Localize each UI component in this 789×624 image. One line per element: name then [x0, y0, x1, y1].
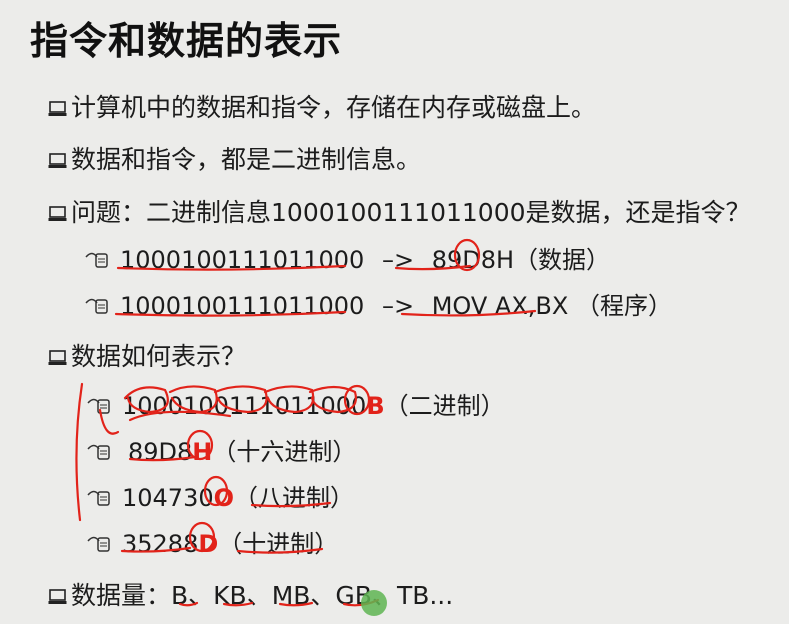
binary-value: 1000100111011000 [120, 292, 365, 320]
bullet-text: 计算机中的数据和指令，存储在内存或磁盘上。 [71, 93, 597, 122]
computer-icon [48, 153, 68, 169]
hand-pointer-icon [86, 486, 116, 508]
instruction-value: MOV AX,BX [431, 292, 569, 320]
page-title: 指令和数据的表示 [30, 19, 343, 63]
repr-octal: 104730O（八进制） [86, 478, 354, 513]
bullet-text: 数据和指令，都是二进制信息。 [71, 145, 422, 174]
note: （二进制） [384, 392, 505, 420]
question-suffix: 是数据，还是指令？ [525, 198, 751, 227]
repr-binary: 1000100111011000B（二进制） [86, 386, 505, 421]
binary-value: 1000100111011000 [120, 246, 365, 274]
bullet-data-size: 数据量：B、KB、MB、GB、TB... [48, 576, 453, 612]
suffix: D [198, 530, 219, 558]
computer-icon [48, 350, 68, 366]
cursor-dot [361, 590, 387, 616]
sub-data-line: 1000100111011000 –> 89D8H（数据） [84, 240, 610, 275]
note: （数据） [514, 246, 611, 274]
bullet-binary-info: 数据和指令，都是二进制信息。 [48, 140, 421, 176]
question-binary: 1000100111011000 [271, 198, 526, 227]
note: （十进制） [218, 530, 339, 558]
arrow: –> [381, 292, 415, 320]
sub-program-line: 1000100111011000 –> MOV AX,BX （程序） [84, 286, 672, 321]
hand-pointer-icon [84, 248, 114, 270]
question-prefix: 问题：二进制信息 [71, 198, 272, 227]
bullet-question: 问题：二进制信息1000100111011000是数据，还是指令？ [48, 193, 751, 229]
bullet-text: 数据量：B、KB、MB、GB、TB... [71, 581, 454, 610]
hex-value: 89D8H [431, 246, 515, 274]
value: 89D8 [128, 438, 193, 466]
repr-hex: 89D8H（十六进制） [86, 432, 356, 467]
hand-pointer-icon [86, 394, 116, 416]
computer-icon [48, 101, 68, 117]
arrow: –> [381, 246, 415, 274]
computer-icon [48, 206, 68, 222]
hand-pointer-icon [86, 532, 116, 554]
hand-pointer-icon [84, 294, 114, 316]
bullet-representation: 数据如何表示？ [48, 337, 246, 373]
bullet-text: 数据如何表示？ [71, 342, 247, 371]
suffix: H [192, 438, 213, 466]
note: （程序） [575, 292, 672, 320]
value: 1000100111011000 [122, 392, 367, 420]
note: （八进制） [234, 484, 355, 512]
suffix: B [366, 392, 385, 420]
hand-pointer-icon [86, 440, 116, 462]
suffix: O [213, 484, 235, 512]
bullet-storage: 计算机中的数据和指令，存储在内存或磁盘上。 [48, 88, 596, 124]
note: （十六进制） [212, 438, 357, 466]
computer-icon [48, 589, 68, 605]
value: 35288 [122, 530, 199, 558]
value: 104730 [122, 484, 214, 512]
repr-decimal: 35288D（十进制） [86, 524, 338, 559]
